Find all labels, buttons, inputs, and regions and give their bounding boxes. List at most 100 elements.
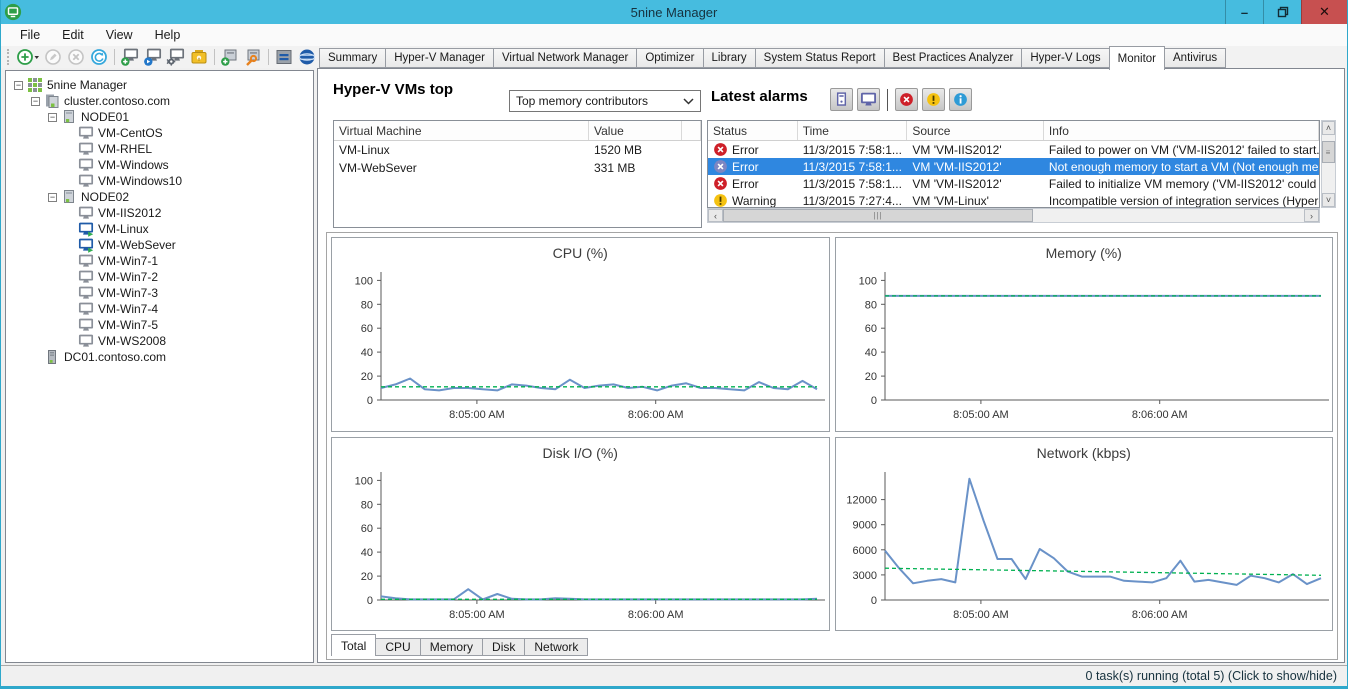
tab-monitor[interactable]: Monitor [1108, 46, 1166, 70]
menu-edit[interactable]: Edit [51, 28, 95, 42]
tree-item-vm-win7-5[interactable]: VM-Win7-5 [6, 317, 313, 333]
tree-expander-icon[interactable]: − [48, 112, 57, 122]
column-header[interactable]: Info [1044, 121, 1319, 140]
vscroll-thumb[interactable]: ≡ [1322, 141, 1335, 163]
chart-title: CPU (%) [552, 245, 608, 261]
alarms-vscrollbar[interactable]: ˄ ≡ ˅ [1321, 120, 1336, 208]
tree-item-vm-linux[interactable]: VM-Linux [6, 221, 313, 237]
tab-hyper-v-logs[interactable]: Hyper-V Logs [1021, 48, 1110, 68]
add-button[interactable] [16, 47, 40, 67]
scroll-up-arrow-icon[interactable]: ˄ [1322, 121, 1335, 135]
chart-tab-disk[interactable]: Disk [482, 638, 526, 656]
close-button[interactable]: ✕ [1301, 0, 1347, 24]
filter-info-button[interactable] [949, 88, 972, 111]
tab-virtual-network-manager[interactable]: Virtual Network Manager [492, 48, 638, 68]
alarms-table-header: Status Time Source Info [708, 121, 1319, 141]
vm-icon [78, 301, 94, 317]
tree-item-node02[interactable]: − NODE02 [6, 189, 313, 205]
alarms-hscrollbar[interactable]: ‹ ||| › [707, 208, 1320, 223]
filter-hosts-button[interactable] [830, 88, 853, 111]
grid-icon [27, 77, 43, 93]
menu-file[interactable]: File [9, 28, 51, 42]
console-button[interactable] [274, 47, 294, 67]
tree-item-label: VM-Win7-2 [98, 270, 159, 284]
vm-top-row[interactable]: VM-Linux 1520 MB [334, 141, 701, 159]
svg-text:3000: 3000 [852, 569, 876, 581]
column-header[interactable]: Status [708, 121, 798, 140]
filter-warnings-button[interactable] [922, 88, 945, 111]
minimize-button[interactable]: – [1225, 0, 1263, 24]
tree-item-vm-websever[interactable]: VM-WebSever [6, 237, 313, 253]
tab-summary[interactable]: Summary [319, 48, 387, 68]
dc-icon [44, 349, 60, 365]
vm-top-row[interactable]: VM-WebSever 331 MB [334, 159, 701, 177]
alarm-row[interactable]: Warning 11/3/2015 7:27:4... VM 'VM-Linux' I… [708, 192, 1319, 207]
delete-button[interactable] [66, 47, 86, 67]
tab-library[interactable]: Library [702, 48, 756, 68]
column-header[interactable]: Value [589, 121, 682, 140]
filter-errors-button[interactable] [895, 88, 918, 111]
credentials-button[interactable] [189, 47, 209, 67]
tree-item-vm-win7-3[interactable]: VM-Win7-3 [6, 285, 313, 301]
menu-help[interactable]: Help [144, 28, 192, 42]
tree-item-vm-centos[interactable]: VM-CentOS [6, 125, 313, 141]
network-button[interactable] [297, 47, 317, 67]
filter-vms-button[interactable] [857, 88, 880, 111]
tree-item-vm-rhel[interactable]: VM-RHEL [6, 141, 313, 157]
vm-top-filter-select[interactable]: Top memory contributors [509, 90, 701, 112]
vm-icon [78, 125, 94, 141]
column-header[interactable]: Time [798, 121, 908, 140]
start-vm-button[interactable] [143, 47, 163, 67]
chart-tab-network[interactable]: Network [524, 638, 589, 656]
tree-item-vm-iis2012[interactable]: VM-IIS2012 [6, 205, 313, 221]
new-host-button[interactable] [220, 47, 240, 67]
svg-text:100: 100 [858, 275, 876, 287]
chart-tab-cpu[interactable]: CPU [375, 638, 421, 656]
new-vm-button[interactable] [120, 47, 140, 67]
task-status-text[interactable]: 0 task(s) running (total 5) (Click to sh… [1086, 669, 1337, 683]
scroll-left-arrow-icon[interactable]: ‹ [708, 209, 723, 222]
restore-button[interactable] [1263, 0, 1301, 24]
tree-item-5nine-manager[interactable]: − 5nine Manager [6, 77, 313, 93]
tab-antivirus[interactable]: Antivirus [1164, 48, 1227, 68]
tab-hyper-v-manager[interactable]: Hyper-V Manager [385, 48, 494, 68]
tree-item-vm-win7-1[interactable]: VM-Win7-1 [6, 253, 313, 269]
tab-optimizer[interactable]: Optimizer [636, 48, 704, 68]
manage-host-button[interactable] [243, 47, 263, 67]
console-icon [274, 47, 294, 67]
alarm-row[interactable]: Error 11/3/2015 7:58:1... VM 'VM-IIS2012' F… [708, 141, 1319, 158]
vm-icon [78, 269, 94, 285]
tab-best-practices-analyzer[interactable]: Best Practices Analyzer [883, 48, 1023, 68]
tree-item-label: VM-Win7-5 [98, 318, 159, 332]
tree-item-vm-win7-4[interactable]: VM-Win7-4 [6, 301, 313, 317]
tree-expander-icon[interactable]: − [14, 80, 23, 90]
alarm-row[interactable]: Error 11/3/2015 7:58:1... VM 'VM-IIS2012' N… [708, 158, 1319, 175]
column-header[interactable]: Source [907, 121, 1044, 140]
status-bar[interactable]: 0 task(s) running (total 5) (Click to sh… [1, 665, 1347, 686]
tree-item-dc01-contoso-com[interactable]: DC01.contoso.com [6, 349, 313, 365]
tab-system-status-report[interactable]: System Status Report [754, 48, 885, 68]
column-header[interactable] [682, 121, 701, 140]
edit-button[interactable] [43, 47, 63, 67]
tree-item-vm-windows[interactable]: VM-Windows [6, 157, 313, 173]
toolbar-grip [7, 49, 11, 65]
tree-item-vm-win7-2[interactable]: VM-Win7-2 [6, 269, 313, 285]
tree-expander-icon[interactable]: − [48, 192, 57, 202]
scroll-down-arrow-icon[interactable]: ˅ [1322, 193, 1335, 207]
tree-item-cluster-contoso-com[interactable]: − cluster.contoso.com [6, 93, 313, 109]
alarms-title: Latest alarms [711, 88, 808, 105]
chart-title: Memory (%) [1045, 245, 1122, 261]
tree-item-node01[interactable]: − NODE01 [6, 109, 313, 125]
tree-item-vm-windows10[interactable]: VM-Windows10 [6, 173, 313, 189]
menu-view[interactable]: View [95, 28, 144, 42]
column-header[interactable]: Virtual Machine [334, 121, 589, 140]
vm-settings-button[interactable] [166, 47, 186, 67]
chart-tab-total[interactable]: Total [331, 634, 377, 656]
scroll-right-arrow-icon[interactable]: › [1304, 209, 1319, 222]
tree-expander-icon[interactable]: − [31, 96, 40, 106]
chart-tab-memory[interactable]: Memory [419, 638, 484, 656]
alarm-row[interactable]: Error 11/3/2015 7:58:1... VM 'VM-IIS2012' F… [708, 175, 1319, 192]
refresh-button[interactable] [89, 47, 109, 67]
hscroll-thumb[interactable]: ||| [723, 209, 1033, 222]
tree-item-vm-ws2008[interactable]: VM-WS2008 [6, 333, 313, 349]
